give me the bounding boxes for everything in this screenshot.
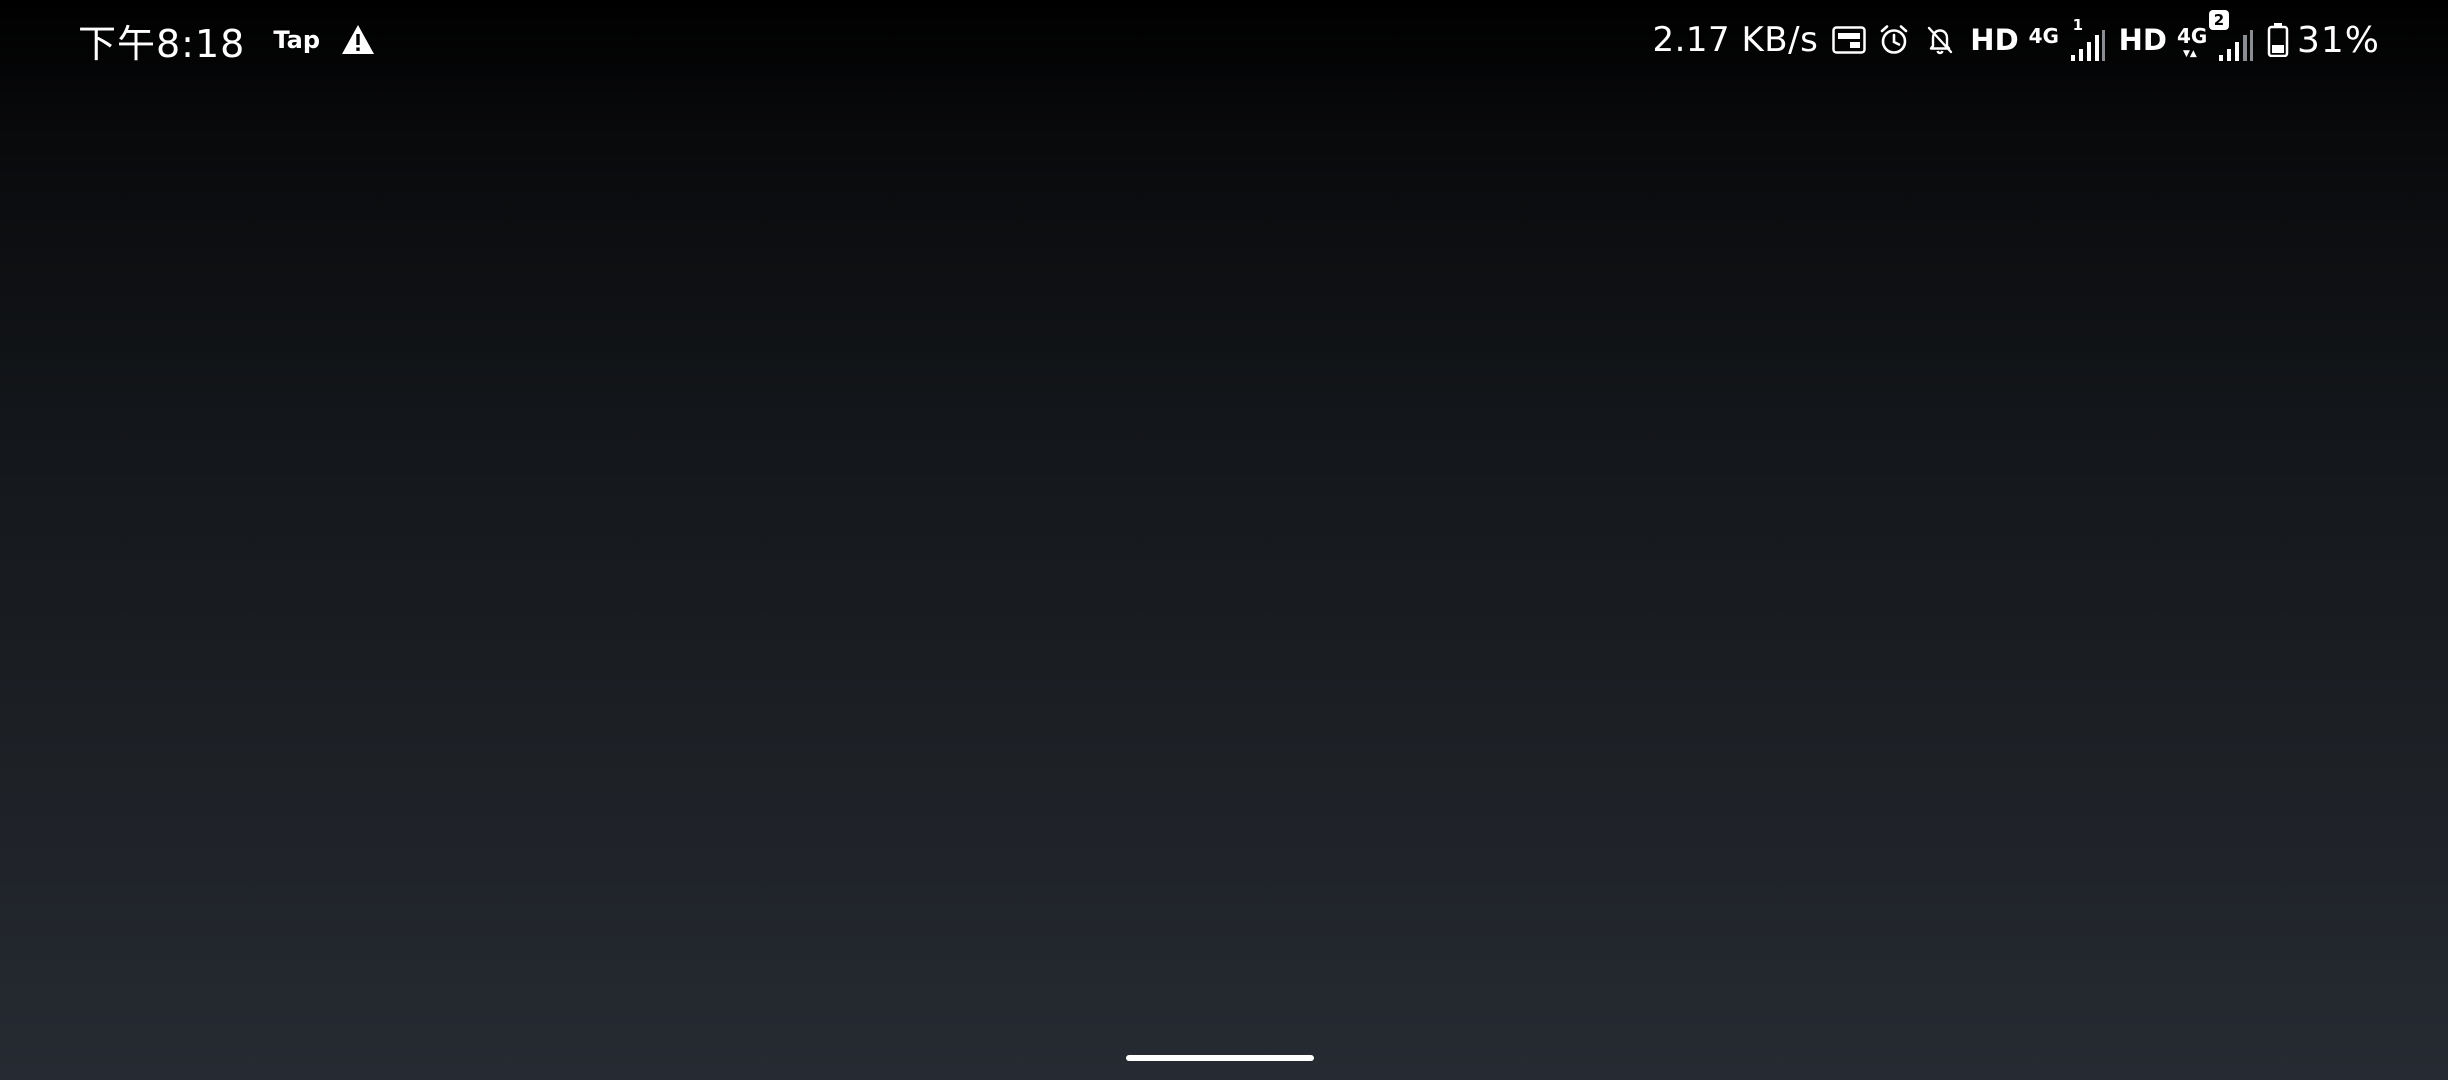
sim2-number: 2 — [2208, 10, 2229, 30]
signal-icon: 1 — [2069, 16, 2107, 62]
auto-hz-icon — [1832, 26, 1867, 54]
warning-icon — [340, 23, 376, 57]
battery-icon — [2267, 23, 2289, 58]
hd-voice-sim2: HD — [2118, 23, 2167, 57]
network-type-sim2-label: 4G — [2176, 24, 2208, 48]
gesture-navigation-handle[interactable] — [1126, 1055, 1314, 1061]
network-type-sim1-label: 4G — [2028, 24, 2059, 48]
status-bar: 下午8:18 Tap 2.17 KB/s HD 4G 1 HD 4G ▼▲ 2 … — [0, 0, 2448, 80]
battery-percentage: 31% — [2296, 19, 2380, 61]
network-type-sim1: 4G — [2029, 18, 2063, 62]
network-type-sim2: 4G ▼▲ — [2177, 18, 2211, 62]
mute-icon — [1924, 24, 1956, 56]
tap-notification-icon: Tap — [273, 26, 320, 54]
data-activity-arrows-icon: ▼▲ — [2182, 49, 2197, 59]
alarm-icon — [1878, 24, 1910, 56]
clock: 下午8:18 — [78, 21, 246, 66]
hd-voice-sim1: HD — [1970, 23, 2019, 57]
network-speed: 2.17 KB/s — [1652, 20, 1819, 60]
status-bar-right: 2.17 KB/s HD 4G 1 HD 4G ▼▲ 2 31% — [1652, 0, 2380, 80]
status-bar-left: 下午8:18 Tap — [78, 0, 376, 80]
signal-icon: 2 — [2208, 10, 2255, 62]
